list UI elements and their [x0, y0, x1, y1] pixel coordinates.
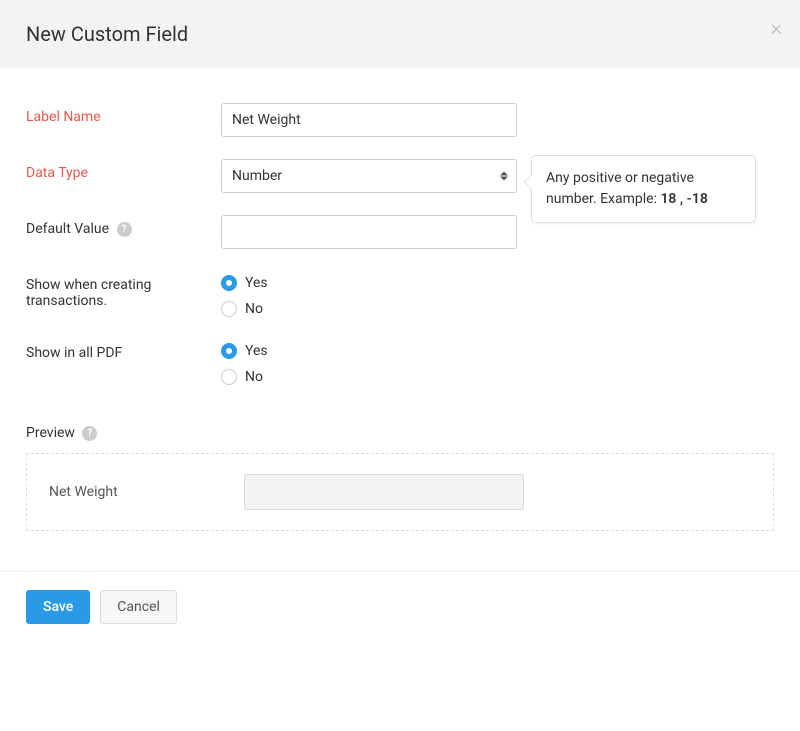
radio-show-transactions-no[interactable]: No — [221, 301, 268, 317]
label-preview: Preview ? — [26, 425, 774, 441]
label-show-pdf: Show in all PDF — [26, 339, 221, 361]
label-default-value: Default Value ? — [26, 215, 221, 237]
radio-label: No — [245, 369, 263, 385]
radio-show-pdf-yes[interactable]: Yes — [221, 343, 268, 359]
radio-icon — [221, 343, 237, 359]
row-show-pdf: Show in all PDF Yes No — [26, 339, 774, 385]
row-default-value: Default Value ? — [26, 215, 774, 249]
cancel-button[interactable]: Cancel — [100, 590, 177, 624]
row-show-transactions: Show when creating transactions. Yes No — [26, 271, 774, 317]
input-default-value[interactable] — [221, 215, 517, 249]
radio-group-show-transactions: Yes No — [221, 271, 268, 317]
modal-header: New Custom Field × — [0, 0, 800, 68]
modal-footer: Save Cancel — [0, 571, 800, 642]
radio-group-show-pdf: Yes No — [221, 339, 268, 385]
row-data-type: Data Type Number Any positive or negativ… — [26, 159, 774, 193]
label-show-transactions: Show when creating transactions. — [26, 271, 221, 309]
radio-label: Yes — [245, 343, 268, 359]
radio-icon — [221, 275, 237, 291]
radio-icon — [221, 301, 237, 317]
save-button[interactable]: Save — [26, 590, 90, 624]
radio-show-pdf-no[interactable]: No — [221, 369, 268, 385]
label-label-name: Label Name — [26, 103, 221, 125]
row-label-name: Label Name — [26, 103, 774, 137]
help-icon[interactable]: ? — [82, 426, 97, 441]
modal-title: New Custom Field — [26, 22, 188, 46]
radio-icon — [221, 369, 237, 385]
radio-label: No — [245, 301, 263, 317]
preview-input — [244, 474, 524, 510]
select-data-type-value: Number — [232, 168, 282, 184]
preview-section: Preview ? Net Weight — [26, 425, 774, 531]
modal-body: Label Name Data Type Number Any positive… — [0, 68, 800, 541]
radio-label: Yes — [245, 275, 268, 291]
label-data-type: Data Type — [26, 159, 221, 181]
close-icon[interactable]: × — [770, 18, 782, 40]
tooltip-data-type: Any positive or negative number. Example… — [531, 155, 756, 223]
input-label-name[interactable] — [221, 103, 517, 137]
preview-field-label: Net Weight — [49, 484, 234, 500]
help-icon[interactable]: ? — [117, 222, 132, 237]
preview-box: Net Weight — [26, 453, 774, 531]
chevron-updown-icon — [500, 172, 508, 181]
tooltip-bold: 18 , -18 — [660, 191, 707, 207]
radio-show-transactions-yes[interactable]: Yes — [221, 275, 268, 291]
select-data-type[interactable]: Number — [221, 159, 517, 193]
